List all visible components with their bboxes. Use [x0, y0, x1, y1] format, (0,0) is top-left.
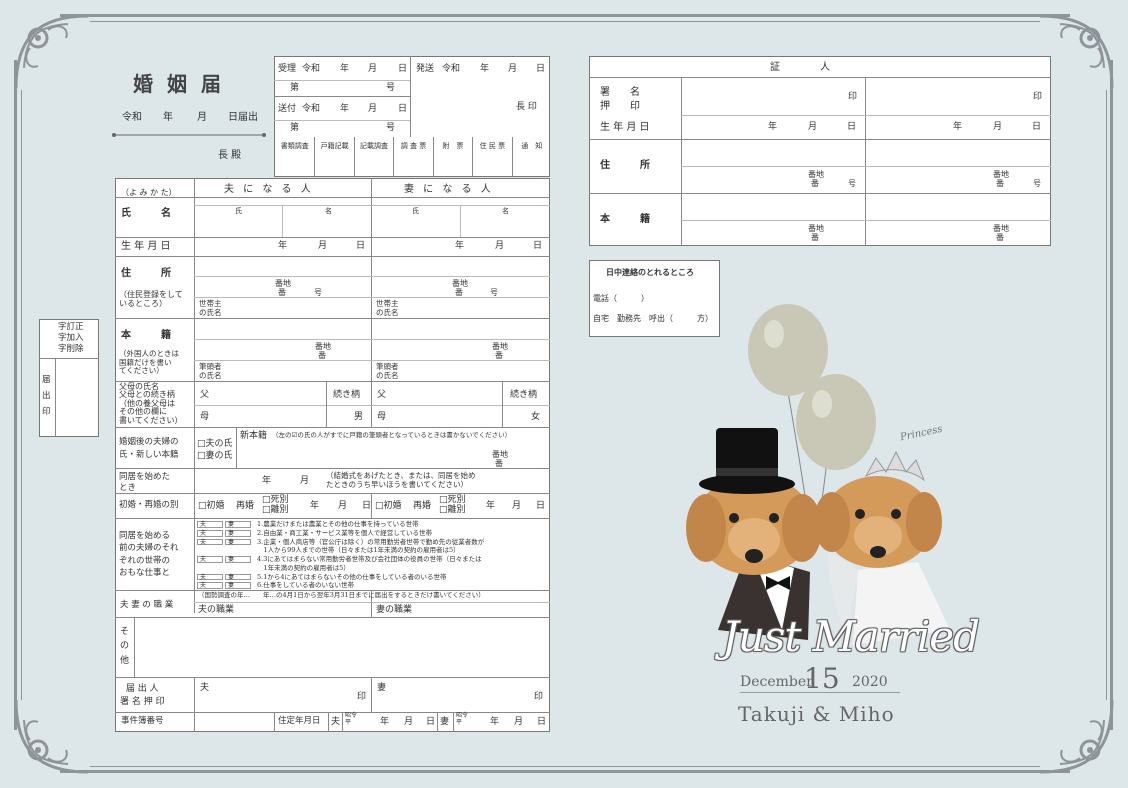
wife-divorced[interactable]: □離別 [439, 505, 466, 515]
witness-address-label: 住 所 [600, 160, 650, 171]
name-label: 氏 名 [121, 208, 171, 219]
wife-bereaved[interactable]: □死別 [439, 495, 466, 505]
frame-inner-top [90, 21, 1040, 22]
husband-surname-option[interactable]: □夫の氏 [197, 439, 233, 449]
received-label: 受理 [278, 64, 297, 74]
witness-honseki-label: 本 籍 [600, 214, 650, 225]
husband-first-marriage[interactable]: □初婚 [198, 501, 225, 511]
couple-names: Takuji & Miho [738, 702, 895, 726]
wife-first-marriage[interactable]: □初婚 [375, 501, 402, 511]
job-check-wife[interactable]: 妻 [225, 556, 251, 563]
ornament-corner-top-left [14, 14, 89, 89]
filing-date-filed: 日届出 [228, 112, 258, 123]
job-option-line: 1人から99人までの世帯（日々または1年未満の契約の雇用者は5） [257, 546, 460, 555]
office-box-2: 記載調査 [353, 137, 393, 176]
birth-label: 生 年 月 日 [121, 241, 171, 252]
tiara-icon [864, 450, 926, 482]
job-check-husband[interactable]: 夫 [197, 573, 223, 580]
contact-title: 日中連絡のとれるところ [606, 267, 694, 277]
witness-title: 証 人 [770, 62, 830, 73]
filing-date-year: 年 [163, 112, 173, 123]
household-work-label: 同居を始める 前の夫婦のそれ ぞれの世帯の おもな仕事と [119, 531, 179, 578]
job-check-wife[interactable]: 妻 [225, 521, 251, 528]
form-title: 婚姻届 [133, 72, 235, 96]
job-option-line: 1.農業だけまたは農業とその他の仕事を持っている世帯 [257, 520, 419, 528]
address-label: 住 所 [121, 268, 171, 279]
office-boxes: 書類調査 戸籍記載 記載調査調 査 票附 票住 民 票通 知 [274, 137, 550, 177]
job-check-husband[interactable]: 夫 [197, 521, 223, 528]
frame-right [1110, 60, 1113, 730]
occupation-label: 夫 妻 の 職 業 [120, 600, 174, 610]
frame-left [14, 60, 17, 730]
filing-date-era: 令和 [122, 112, 142, 123]
job-check-husband[interactable]: 夫 [197, 556, 223, 563]
witness-table [589, 56, 1051, 246]
honseki-label: 本 籍 [121, 330, 171, 341]
job-check-wife[interactable]: 妻 [225, 529, 251, 537]
husband-column-header: 夫 に な る 人 [224, 184, 314, 195]
job-options-list: 1.農業だけまたは農業とその他の仕事を持っている世帯夫妻 2.自由業・商工業・サー… [197, 520, 547, 590]
job-option-line: 1年未満の契約の雇用者は5） [257, 563, 350, 572]
witness-birth-label: 生 年 月 日 [600, 122, 650, 133]
wedding-day: 15 [804, 662, 840, 695]
office-box-5: 住 民 票 [472, 137, 511, 176]
job-check-wife[interactable]: 妻 [225, 573, 251, 580]
job-check-husband[interactable]: 夫 [197, 582, 223, 589]
sent-label: 送付 [278, 104, 297, 114]
frame-bottom [60, 770, 1070, 773]
addressee: 長 殿 [218, 150, 242, 161]
wife-surname-option[interactable]: □妻の氏 [197, 451, 233, 461]
parents-label: 父母の氏名 父母との続き柄 （他の養父母は その他の欄に 書いてください） [119, 382, 183, 425]
wedding-month: December [740, 674, 813, 690]
office-box-6: 通 知 [511, 137, 551, 176]
job-option-line: 5.1から4にあてはまらないその他の仕事をしている者のいる世帯 [257, 572, 447, 581]
frame-top [60, 14, 1070, 17]
office-box-4: 附 票 [432, 137, 472, 176]
new-name-label: 婚姻後の夫婦の 氏・新しい本籍 [119, 437, 179, 460]
title-divider [112, 133, 266, 137]
office-box-1: 戸籍記載 [314, 137, 353, 176]
office-box-0: 書類調査 [280, 142, 309, 150]
yomikata-label: （よ み か た） [121, 188, 177, 197]
job-check-wife[interactable]: 妻 [225, 582, 251, 589]
office-box-3: 調 査 票 [393, 137, 432, 176]
just-married-text: Just Married [722, 612, 980, 661]
job-option-line: 6.仕事をしている者のいない世帯 [257, 581, 355, 590]
contact-phone: 電話（ ） [593, 294, 649, 303]
frame-inner-right [1106, 90, 1107, 700]
wedding-year: 2020 [852, 674, 888, 690]
other-label: そ の 他 [120, 627, 130, 666]
job-option-line: 3.企業・個人商店等（官公庁は除く）の常用勤労者世帯で勤め先の従業者数が [257, 537, 485, 546]
cohabit-label: 同居を始めた とき [119, 472, 171, 494]
signature-label: 届 出 人 署 名 押 印 [120, 684, 165, 707]
balloon-2 [796, 374, 876, 470]
wife-column-header: 妻 に な る 人 [404, 184, 494, 195]
ornament-corner-bottom-left [14, 699, 89, 774]
witness-name-label: 署 名 押 印 [600, 87, 640, 112]
husband-divorced[interactable]: □離別 [262, 505, 289, 515]
job-check-husband[interactable]: 夫 [197, 538, 223, 545]
husband-bereaved[interactable]: □死別 [262, 495, 289, 505]
seal-label: 届 出 印 [42, 375, 51, 418]
filing-date-month: 月 [197, 112, 207, 123]
frame-inner-bottom [90, 766, 1040, 767]
main-form [115, 178, 550, 732]
job-option-line: 2.自由業・商工業・サービス業等を個人で経営している世帯 [257, 528, 433, 537]
frame-inner-left [21, 90, 22, 700]
ornament-corner-bottom-right [1039, 699, 1114, 774]
issued-label: 発送 [416, 64, 435, 74]
job-check-husband[interactable]: 夫 [197, 529, 223, 537]
job-check-wife[interactable]: 妻 [225, 538, 251, 545]
chief-seal: 長 印 [516, 102, 537, 112]
office-number-label: 事件簿番号 [121, 716, 164, 726]
marriage-type-label: 初婚・再婚の別 [119, 500, 179, 510]
job-option-line: 4.3にあてはまらない常用勤労者世帯及び会社団体の役員の世帯（日々または [257, 555, 482, 563]
